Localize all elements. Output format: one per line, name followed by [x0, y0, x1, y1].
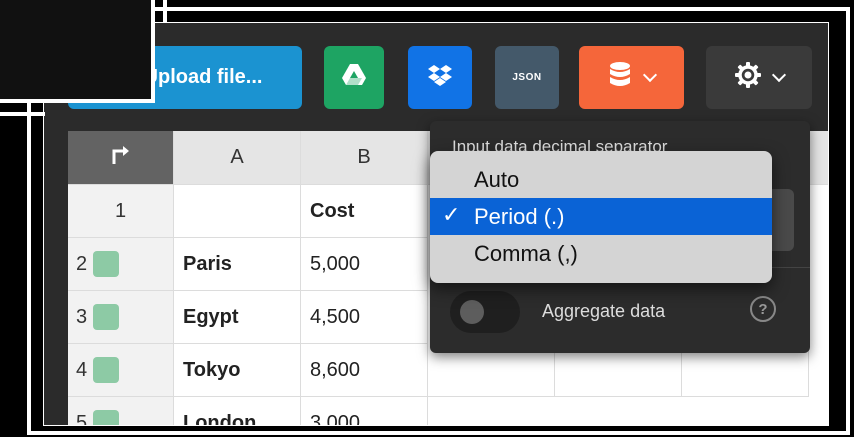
checkmark-icon: ✓	[442, 202, 461, 227]
column-header-a[interactable]: A	[174, 131, 301, 185]
database-icon	[609, 61, 631, 94]
transpose-button[interactable]	[68, 131, 174, 185]
table-cell[interactable]: 3,000	[301, 397, 428, 425]
decorative-frame-line	[0, 112, 45, 116]
row-header[interactable]: 4	[68, 344, 174, 397]
table-cell[interactable]	[174, 185, 301, 238]
aggregate-data-label: Aggregate data	[542, 301, 666, 321]
decimal-separator-dropdown: Auto ✓ Period (.) Comma (,)	[430, 151, 772, 283]
row-header[interactable]: 1	[68, 185, 174, 238]
option-period[interactable]: ✓ Period (.)	[430, 198, 772, 235]
dropbox-icon	[427, 63, 453, 92]
table-cell[interactable]: Egypt	[174, 291, 301, 344]
color-swatch[interactable]	[93, 357, 120, 383]
row-header[interactable]: 5	[68, 397, 174, 426]
chevron-down-icon	[771, 67, 787, 83]
table-cell[interactable]: Cost	[301, 185, 428, 238]
toggle-knob	[460, 300, 484, 324]
table-cell[interactable]: 5,000	[301, 238, 428, 291]
row-header[interactable]: 3	[68, 291, 174, 344]
row-header[interactable]: 2	[68, 238, 174, 291]
dropbox-button[interactable]	[408, 46, 472, 109]
table-cell[interactable]: Tokyo	[174, 344, 301, 397]
app-window: Upload file... JSON A B 1 Cost 2 Paris 5…	[43, 22, 829, 426]
google-drive-button[interactable]	[324, 46, 384, 109]
option-label: Auto	[474, 166, 520, 192]
gear-icon	[734, 61, 762, 94]
row-number: 5	[76, 411, 88, 426]
json-button[interactable]: JSON	[495, 46, 559, 109]
settings-button[interactable]	[706, 46, 812, 109]
option-comma[interactable]: Comma (,)	[430, 235, 772, 272]
color-swatch[interactable]	[93, 251, 120, 277]
table-cell[interactable]: London	[174, 397, 301, 425]
option-auto[interactable]: Auto	[430, 161, 772, 198]
google-drive-icon	[341, 63, 367, 92]
table-cell[interactable]: 4,500	[301, 291, 428, 344]
chevron-down-icon	[642, 67, 657, 83]
option-label: Comma (,)	[474, 240, 578, 266]
color-swatch[interactable]	[93, 304, 120, 330]
decorative-frame-line	[163, 0, 167, 22]
transpose-arrow-icon	[110, 144, 132, 172]
upload-file-label: Upload file...	[143, 66, 263, 88]
option-label: Period (.)	[474, 203, 565, 229]
row-number: 4	[76, 358, 88, 381]
help-icon[interactable]: ?	[750, 296, 776, 322]
database-button[interactable]	[579, 46, 684, 109]
decorative-frame-block	[0, 0, 155, 103]
table-cell[interactable]: 8,600	[301, 344, 428, 397]
row-number: 3	[76, 305, 88, 328]
aggregate-data-toggle[interactable]	[450, 291, 520, 333]
color-swatch[interactable]	[93, 410, 120, 425]
column-header-b[interactable]: B	[301, 131, 428, 185]
json-label: JSON	[512, 72, 542, 83]
row-number: 2	[76, 252, 88, 275]
table-cell[interactable]: Paris	[174, 238, 301, 291]
